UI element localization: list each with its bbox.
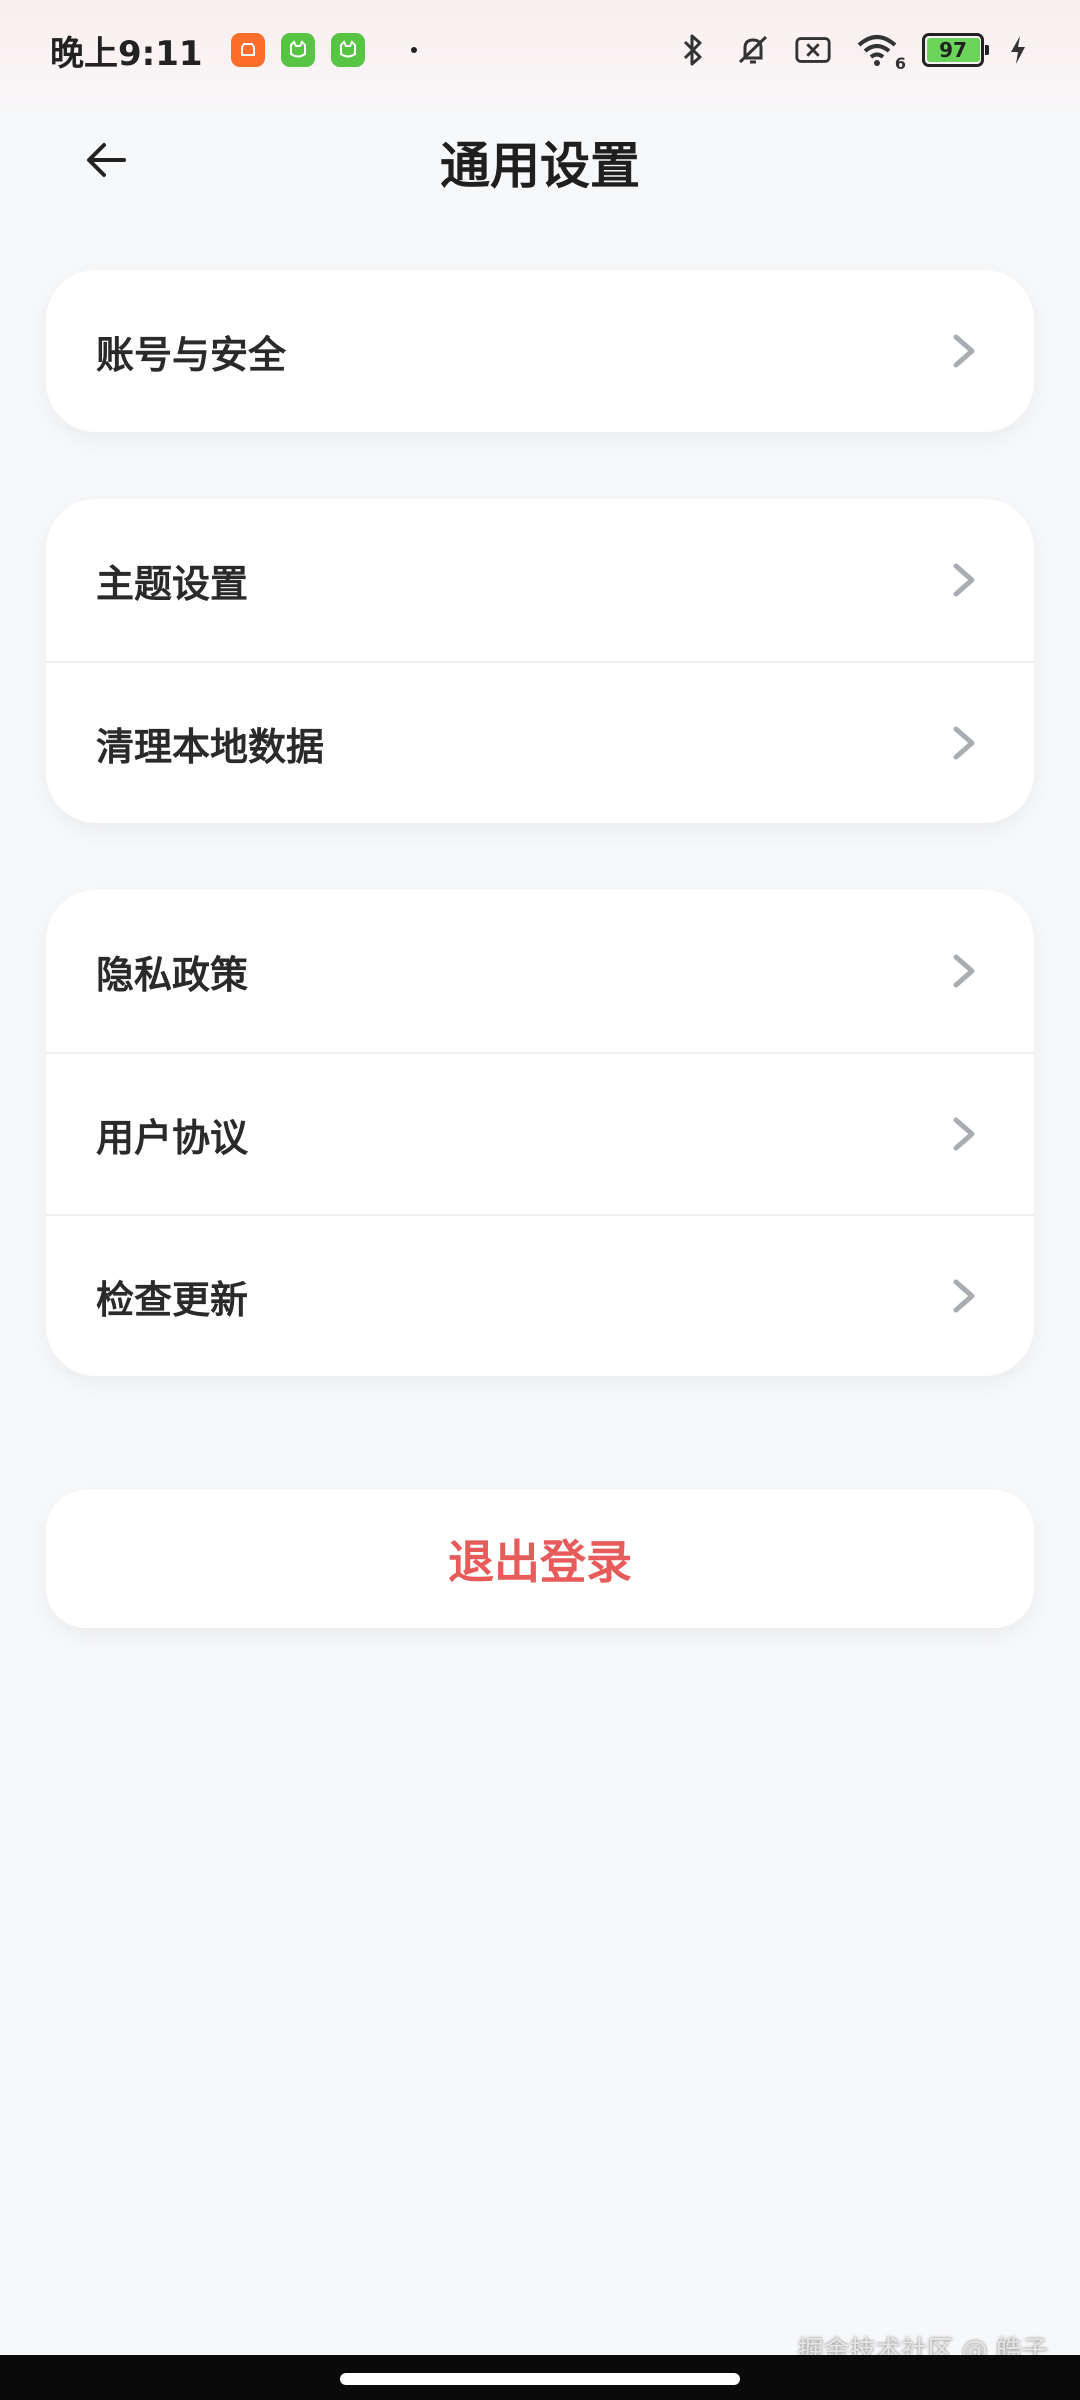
cat-app-icon [280, 33, 315, 67]
wifi-badge: 6 [894, 54, 906, 73]
chevron-right-icon [944, 1109, 984, 1159]
shopping-app-icon [230, 33, 265, 67]
chevron-right-icon [944, 718, 984, 768]
row-user-agreement[interactable]: 用户协议 [46, 1052, 1034, 1214]
row-account-security[interactable]: 账号与安全 [46, 270, 1034, 432]
chevron-right-icon [944, 555, 984, 605]
mute-bell-icon [734, 31, 772, 69]
header-bar: 通用设置 [0, 100, 1080, 220]
settings-group-app: 主题设置 清理本地数据 [46, 499, 1034, 823]
home-indicator[interactable] [340, 2373, 740, 2385]
status-time: 晚上9:11 [50, 33, 203, 74]
logout-button[interactable]: 退出登录 [46, 1490, 1034, 1628]
status-bar: 晚上9:11 6 97 [0, 0, 1080, 100]
chevron-right-icon [944, 1271, 984, 1321]
wifi-icon: 6 [854, 31, 906, 73]
cat-app-icon-2 [330, 33, 365, 67]
chevron-right-icon [944, 946, 984, 996]
settings-group-account: 账号与安全 [46, 270, 1034, 432]
battery-indicator: 97 [922, 33, 989, 67]
row-privacy-policy[interactable]: 隐私政策 [46, 890, 1034, 1052]
status-icons: 6 97 [674, 31, 1030, 73]
row-label: 隐私政策 [96, 952, 249, 997]
row-clear-local-data[interactable]: 清理本地数据 [46, 661, 1034, 823]
charging-bolt-icon [1006, 31, 1030, 69]
row-theme-settings[interactable]: 主题设置 [46, 499, 1034, 661]
row-check-update[interactable]: 检查更新 [46, 1214, 1034, 1376]
page-title: 通用设置 [440, 137, 640, 195]
row-label: 检查更新 [96, 1277, 249, 1322]
bluetooth-icon [674, 31, 712, 69]
logout-label: 退出登录 [448, 1535, 632, 1589]
row-label: 主题设置 [96, 561, 249, 606]
settings-group-about: 隐私政策 用户协议 检查更新 [46, 890, 1034, 1376]
chevron-right-icon [944, 326, 984, 376]
row-label: 清理本地数据 [96, 724, 325, 769]
notification-dot-icon [410, 47, 417, 53]
battery-level: 97 [939, 38, 967, 62]
row-label: 账号与安全 [96, 332, 287, 377]
no-sim-icon [794, 31, 832, 69]
row-label: 用户协议 [96, 1115, 249, 1160]
